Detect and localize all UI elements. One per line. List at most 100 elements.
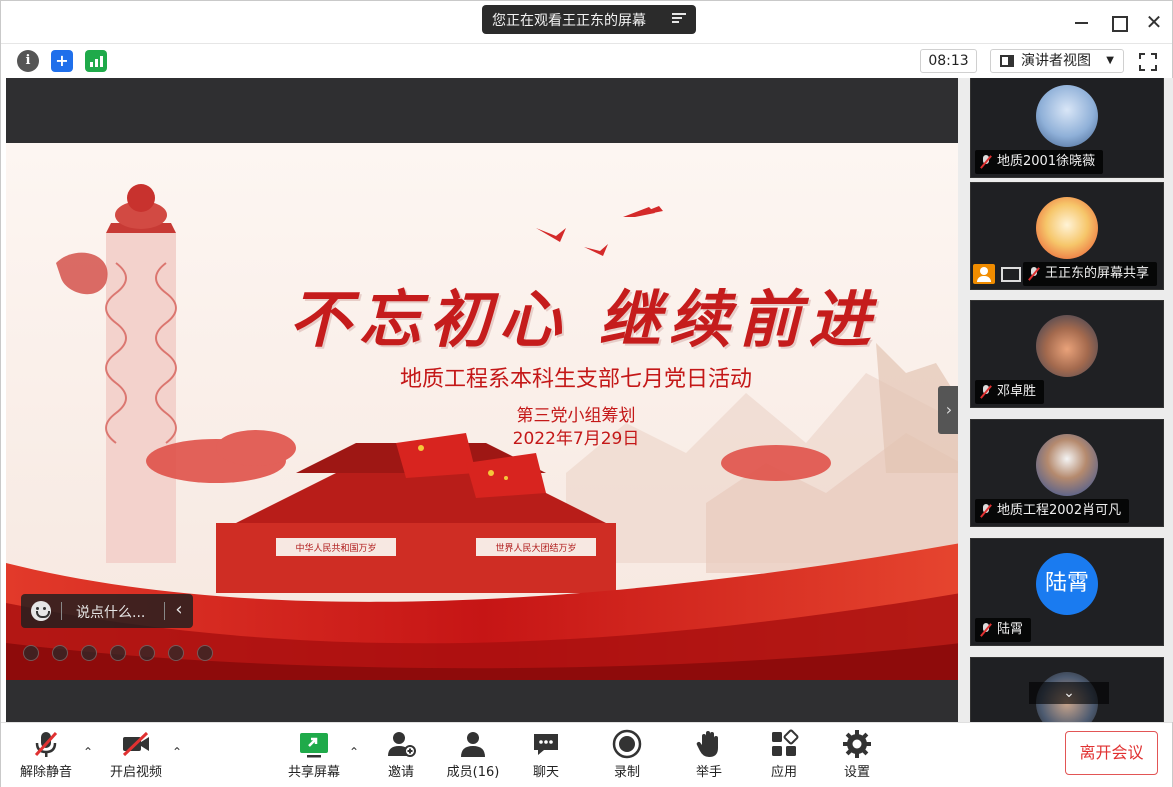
close-icon[interactable]: ✕ xyxy=(1143,11,1165,33)
participant-tile[interactable]: 王正东的屏幕共享 xyxy=(970,182,1164,290)
chevron-down-icon[interactable]: ⌄ xyxy=(1029,682,1109,704)
stage-bottom-bar xyxy=(6,680,961,722)
chevron-down-icon: ▼ xyxy=(1106,55,1114,66)
members-icon xyxy=(458,729,488,759)
meeting-info-bar: i 08:13 演讲者视图 ▼ xyxy=(1,43,1172,77)
network-signal-icon[interactable] xyxy=(85,50,107,72)
apps-icon xyxy=(769,729,799,759)
participant-name-tag: 王正东的屏幕共享 xyxy=(1023,262,1158,286)
participant-name-tag: 地质2001徐晓薇 xyxy=(975,150,1104,174)
members-label: 成员(16) xyxy=(446,765,500,780)
chat-placeholder[interactable]: 说点什么... xyxy=(76,602,145,622)
gate-plaque-right: 世界人民大团结万岁 xyxy=(495,542,576,554)
share-screen-label: 共享屏幕 xyxy=(287,765,340,780)
panel-divider[interactable] xyxy=(958,78,968,722)
camera-icon[interactable] xyxy=(139,645,155,661)
participant-tile[interactable]: 邓卓胜 xyxy=(970,300,1164,408)
participant-name-tag: 陆霄 xyxy=(975,618,1032,642)
share-status-text: 您正在观看王正东的屏幕 xyxy=(492,12,646,29)
divider xyxy=(164,602,165,620)
invite-button[interactable]: 邀请 xyxy=(386,723,416,787)
settings-label: 设置 xyxy=(843,765,870,780)
participant-name: 王正东的屏幕共享 xyxy=(1045,266,1150,281)
security-shield-icon[interactable] xyxy=(51,50,73,72)
avatar: 陆霄 xyxy=(1036,553,1098,615)
mic-muted-icon xyxy=(980,385,992,399)
start-video-label: 开启视频 xyxy=(109,765,162,780)
chevron-up-icon[interactable]: ⌃ xyxy=(349,745,361,759)
speaker-view-icon xyxy=(1000,55,1014,67)
chevron-up-icon[interactable]: ⌃ xyxy=(83,745,95,759)
chat-input-box[interactable]: 说点什么... ‹ xyxy=(21,594,193,628)
apps-button[interactable]: 应用 xyxy=(769,723,799,787)
prev-page-icon[interactable] xyxy=(23,645,39,661)
annotation-toolbar xyxy=(21,641,221,665)
record-icon xyxy=(612,729,642,759)
view-mode-dropdown[interactable]: 演讲者视图 ▼ xyxy=(990,49,1124,73)
unmute-label: 解除静音 xyxy=(19,765,72,780)
emoji-icon[interactable] xyxy=(31,601,51,621)
participant-name: 邓卓胜 xyxy=(997,384,1037,399)
raise-hand-label: 举手 xyxy=(695,765,722,780)
minimize-icon[interactable] xyxy=(1071,11,1093,33)
participant-tile[interactable]: ⌄ xyxy=(970,657,1164,722)
comment-icon[interactable] xyxy=(168,645,184,661)
slide-date: 2022年7月29日 xyxy=(512,429,640,449)
members-button[interactable]: 成员(16) xyxy=(447,723,499,787)
more-icon[interactable] xyxy=(197,645,213,661)
start-video-button[interactable]: 开启视频 xyxy=(110,723,162,787)
meeting-info-icon[interactable]: i xyxy=(17,50,39,72)
avatar xyxy=(1036,315,1098,377)
apps-label: 应用 xyxy=(770,765,797,780)
meeting-timer: 08:13 xyxy=(920,49,977,73)
chat-icon xyxy=(531,729,561,759)
maximize-icon[interactable] xyxy=(1108,11,1130,33)
record-button[interactable]: 录制 xyxy=(612,723,642,787)
participant-tile[interactable]: 地质2001徐晓薇 xyxy=(970,78,1164,178)
mic-muted-icon xyxy=(980,155,992,169)
chat-button[interactable]: 聊天 xyxy=(531,723,561,787)
host-icon xyxy=(973,264,995,284)
mic-muted-icon xyxy=(31,729,61,759)
participant-name: 地质工程2002肖可凡 xyxy=(997,503,1122,518)
meeting-toolbar: 解除静音 ⌃ 开启视频 ⌃ 共享屏幕 ⌃ 邀请 成员(16) 聊天 录制 举手 … xyxy=(1,722,1172,787)
participant-panel: 地质2001徐晓薇 王正东的屏幕共享 邓卓胜 地质工程2002肖可凡 陆霄 陆霄… xyxy=(968,78,1173,722)
share-screen-button[interactable]: 共享屏幕 xyxy=(288,723,340,787)
slide-subtitle: 地质工程系本科生支部七月党日活动 xyxy=(399,367,752,392)
avatar xyxy=(1036,434,1098,496)
participant-name: 地质2001徐晓薇 xyxy=(997,154,1096,169)
share-menu-icon[interactable] xyxy=(672,11,686,25)
laser-pointer-icon[interactable] xyxy=(110,645,126,661)
chevron-left-icon[interactable]: ‹ xyxy=(169,599,189,620)
divider xyxy=(61,602,62,620)
avatar xyxy=(1036,85,1098,147)
mic-muted-icon xyxy=(980,623,992,637)
participant-tile[interactable]: 地质工程2002肖可凡 xyxy=(970,419,1164,527)
chat-label: 聊天 xyxy=(532,765,559,780)
screen-share-status-pill[interactable]: 您正在观看王正东的屏幕 xyxy=(482,5,696,34)
settings-button[interactable]: 设置 xyxy=(842,723,872,787)
meeting-window: 您正在观看王正东的屏幕 ✕ i 08:13 演讲者视图 ▼ xyxy=(0,0,1173,787)
collapse-panel-chevron-icon[interactable]: › xyxy=(938,386,960,434)
next-page-icon[interactable] xyxy=(52,645,68,661)
leave-meeting-button[interactable]: 离开会议 xyxy=(1065,731,1158,775)
participant-tile[interactable]: 陆霄 陆霄 xyxy=(970,538,1164,646)
video-off-icon xyxy=(121,729,151,759)
raise-hand-button[interactable]: 举手 xyxy=(694,723,724,787)
record-label: 录制 xyxy=(613,765,640,780)
pen-icon[interactable] xyxy=(81,645,97,661)
unmute-button[interactable]: 解除静音 xyxy=(20,723,72,787)
view-mode-label: 演讲者视图 xyxy=(1021,53,1091,69)
screen-share-icon xyxy=(998,264,1021,284)
participant-name-tag: 邓卓胜 xyxy=(975,380,1045,404)
share-screen-icon xyxy=(299,729,329,759)
mic-muted-icon xyxy=(980,504,992,518)
mic-muted-icon xyxy=(1028,267,1040,281)
fullscreen-icon[interactable] xyxy=(1139,53,1157,71)
hand-icon xyxy=(694,729,724,759)
title-bar: 您正在观看王正东的屏幕 ✕ xyxy=(1,1,1172,43)
gear-icon xyxy=(842,729,872,759)
add-user-icon xyxy=(386,729,416,759)
chevron-up-icon[interactable]: ⌃ xyxy=(172,745,184,759)
invite-label: 邀请 xyxy=(387,765,414,780)
